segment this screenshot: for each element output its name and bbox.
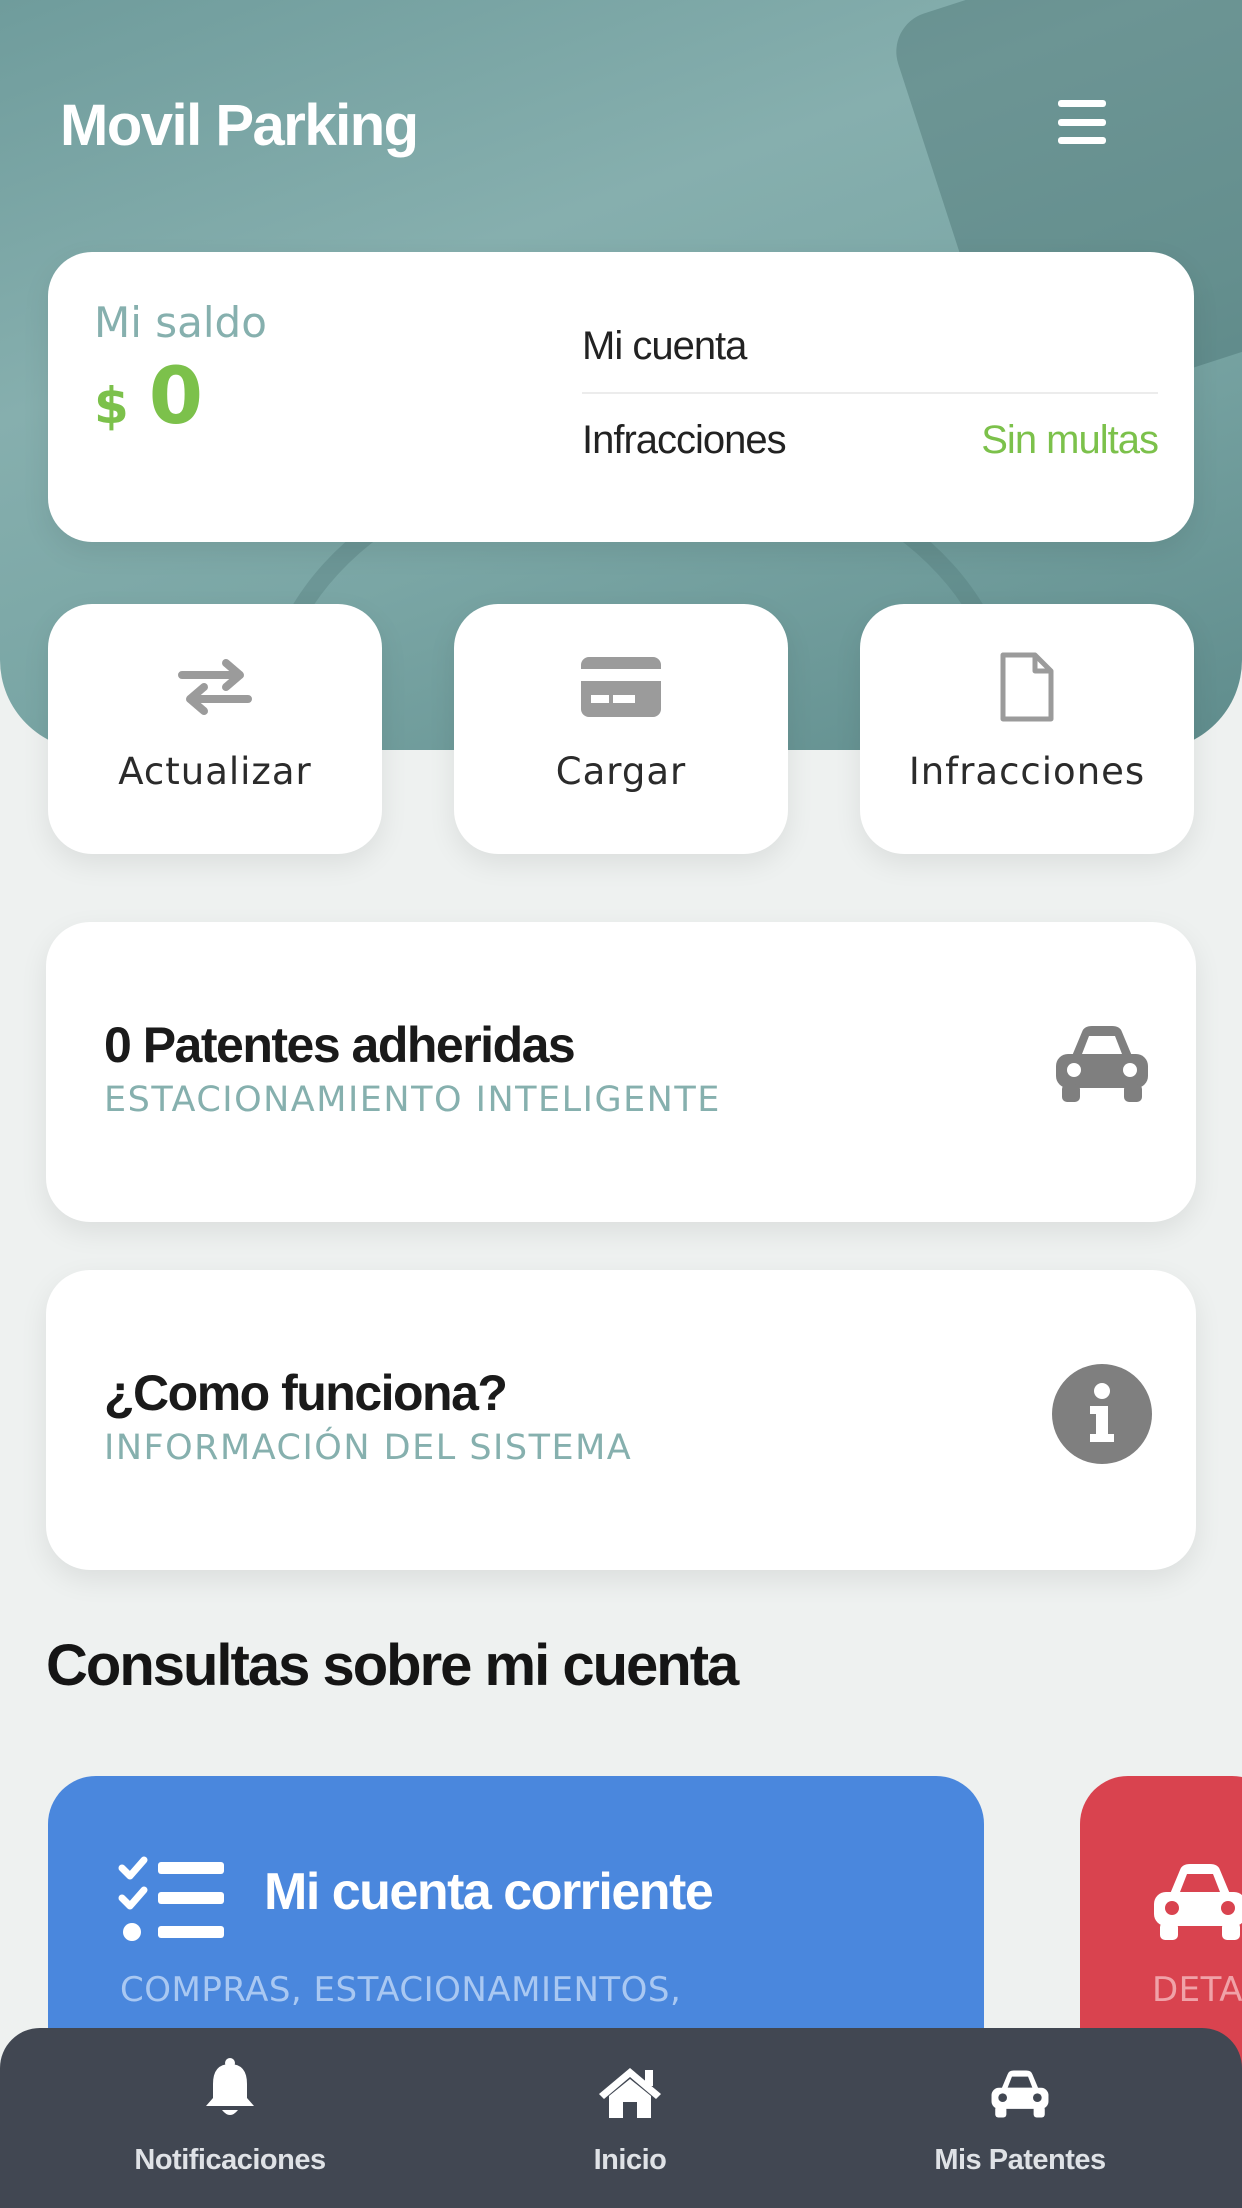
- credit-card-icon: [579, 652, 663, 722]
- car-icon: [1052, 1022, 1152, 1110]
- nav-home-label: Inicio: [593, 2144, 667, 2176]
- update-label: Actualizar: [118, 750, 312, 793]
- infractions-action-label: Infracciones: [908, 750, 1146, 793]
- infractions-status: Sin multas: [981, 417, 1159, 462]
- account-links: Mi cuenta Infracciones Sin multas: [582, 312, 1159, 472]
- balance-card: Mi saldo $ 0 Mi cuenta Infracciones Sin …: [48, 252, 1194, 542]
- car-icon: [989, 2056, 1051, 2120]
- home-icon: [597, 2056, 663, 2120]
- app-title: Movil Parking: [60, 93, 419, 158]
- bell-icon: [203, 2056, 257, 2120]
- car-icon: [1150, 1860, 1242, 1948]
- hamburger-menu-icon[interactable]: [1058, 100, 1106, 144]
- checklist-icon: [118, 1854, 228, 1948]
- load-button[interactable]: Cargar: [454, 604, 788, 854]
- info-circle-icon: [1052, 1364, 1152, 1468]
- menu-bar: [1058, 137, 1106, 144]
- menu-bar: [1058, 118, 1106, 126]
- load-label: Cargar: [555, 750, 687, 793]
- nav-my-plates-label: Mis Patentes: [934, 2144, 1106, 2176]
- vehicles-subtitle: DETA: [1152, 1970, 1242, 2010]
- infractions-label: Infracciones: [582, 417, 787, 462]
- how-it-works-title: ¿Como funciona?: [104, 1365, 508, 1421]
- nav-home[interactable]: Inicio: [480, 2056, 780, 2196]
- document-icon: [999, 652, 1055, 722]
- patentes-title: 0 Patentes adheridas: [104, 1017, 576, 1073]
- balance-amount: 0: [148, 352, 204, 442]
- infractions-link[interactable]: Infracciones Sin multas: [582, 408, 1159, 472]
- current-account-subtitle: COMPRAS, ESTACIONAMIENTOS,: [120, 1970, 682, 2010]
- update-button[interactable]: Actualizar: [48, 604, 382, 854]
- nav-notifications[interactable]: Notificaciones: [80, 2056, 380, 2196]
- nav-my-plates[interactable]: Mis Patentes: [870, 2056, 1170, 2196]
- current-account-title: Mi cuenta corriente: [264, 1863, 714, 1921]
- my-account-label: Mi cuenta: [582, 323, 747, 368]
- balance-label: Mi saldo: [94, 298, 267, 347]
- infractions-button[interactable]: Infracciones: [860, 604, 1194, 854]
- swap-arrows-icon: [176, 652, 254, 722]
- section-title: Consultas sobre mi cuenta: [46, 1633, 739, 1698]
- my-account-link[interactable]: Mi cuenta: [582, 312, 1158, 394]
- nav-notifications-label: Notificaciones: [134, 2144, 326, 2176]
- currency-symbol: $: [94, 377, 129, 435]
- how-it-works-card[interactable]: ¿Como funciona? INFORMACIÓN DEL SISTEMA: [46, 1270, 1196, 1570]
- bottom-navigation: Notificaciones Inicio Mis Patentes: [0, 2028, 1242, 2208]
- menu-bar: [1058, 100, 1106, 107]
- balance-value: $ 0: [94, 352, 203, 442]
- patentes-card[interactable]: 0 Patentes adheridas ESTACIONAMIENTO INT…: [46, 922, 1196, 1222]
- patentes-subtitle: ESTACIONAMIENTO INTELIGENTE: [104, 1080, 721, 1120]
- how-it-works-subtitle: INFORMACIÓN DEL SISTEMA: [104, 1428, 633, 1468]
